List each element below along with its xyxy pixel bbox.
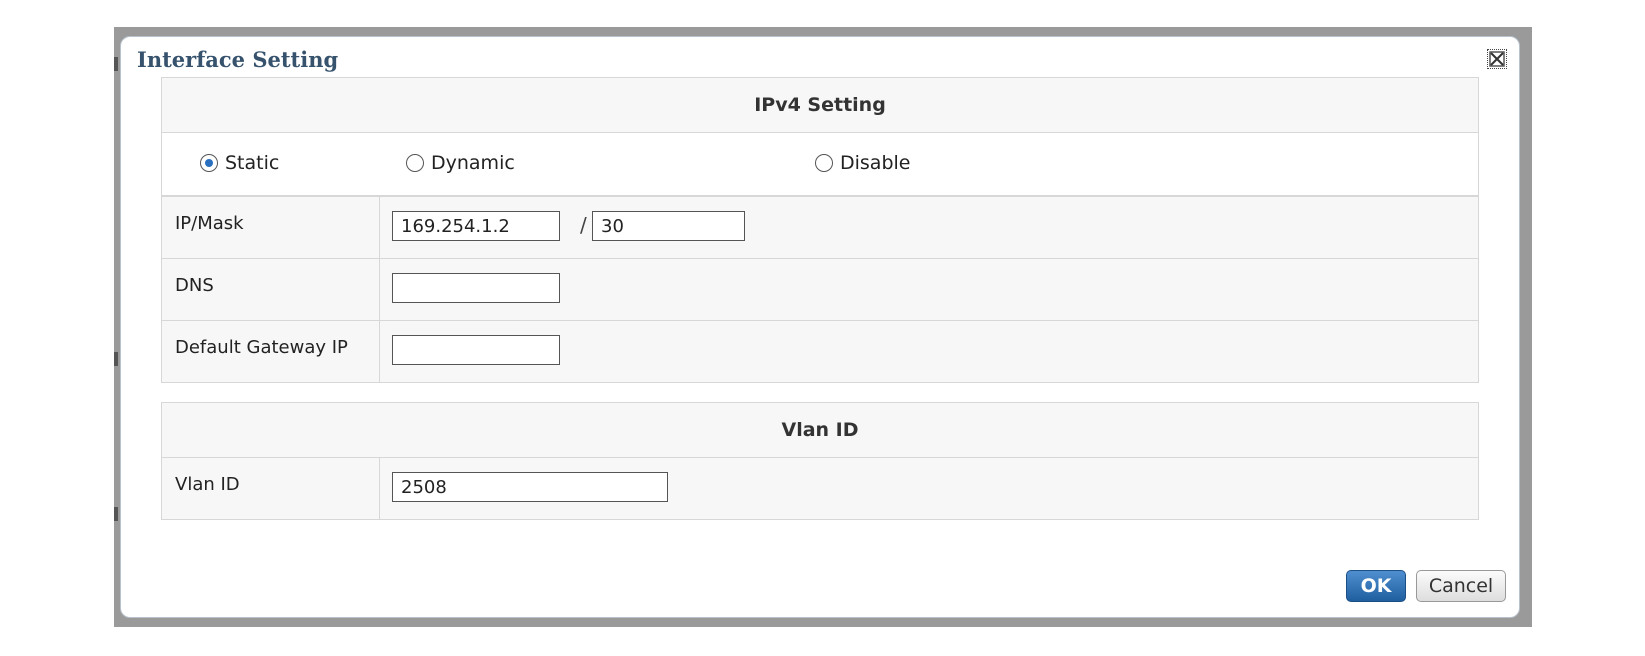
close-icon[interactable]: [1487, 49, 1507, 69]
ip-address-input[interactable]: [392, 211, 560, 241]
cancel-button[interactable]: Cancel: [1416, 570, 1506, 602]
radio-disable-label: Disable: [840, 152, 911, 174]
vlan-id-row: Vlan ID: [162, 458, 1478, 519]
default-gateway-label: Default Gateway IP: [162, 321, 380, 382]
dns-row: DNS: [162, 259, 1478, 321]
ipv4-setting-panel: IPv4 Setting Static Dynamic Disable IP/M…: [161, 77, 1479, 383]
radio-dynamic-label: Dynamic: [431, 152, 515, 174]
background-fragment: [114, 57, 118, 71]
ok-button[interactable]: OK: [1346, 570, 1406, 602]
gateway-row: Default Gateway IP: [162, 321, 1478, 382]
vlan-id-input[interactable]: [392, 472, 668, 502]
radio-static[interactable]: Static: [200, 152, 279, 174]
ipv4-mode-group: Static Dynamic Disable: [162, 133, 1478, 197]
radio-static-label: Static: [225, 152, 280, 174]
dns-input[interactable]: [392, 273, 560, 303]
dialog-title: Interface Setting: [137, 47, 339, 72]
vlan-id-label: Vlan ID: [162, 458, 380, 519]
radio-disable-icon[interactable]: [815, 154, 833, 172]
ipv4-setting-header: IPv4 Setting: [162, 78, 1478, 133]
radio-static-selected-icon[interactable]: [200, 154, 218, 172]
ip-mask-label: IP/Mask: [162, 197, 380, 258]
background-fragment: [114, 352, 118, 366]
ip-mask-row: IP/Mask /: [162, 197, 1478, 259]
radio-dynamic-icon[interactable]: [406, 154, 424, 172]
dns-label: DNS: [162, 259, 380, 320]
background-fragment: [114, 507, 118, 521]
vlan-panel: Vlan ID Vlan ID: [161, 402, 1479, 520]
subnet-mask-input[interactable]: [592, 211, 745, 241]
mask-separator: /: [580, 213, 587, 237]
radio-dynamic[interactable]: Dynamic: [406, 152, 515, 174]
interface-setting-dialog: Interface Setting IPv4 Setting Static Dy…: [120, 36, 1520, 618]
radio-disable[interactable]: Disable: [815, 152, 910, 174]
default-gateway-input[interactable]: [392, 335, 560, 365]
vlan-header: Vlan ID: [162, 403, 1478, 458]
